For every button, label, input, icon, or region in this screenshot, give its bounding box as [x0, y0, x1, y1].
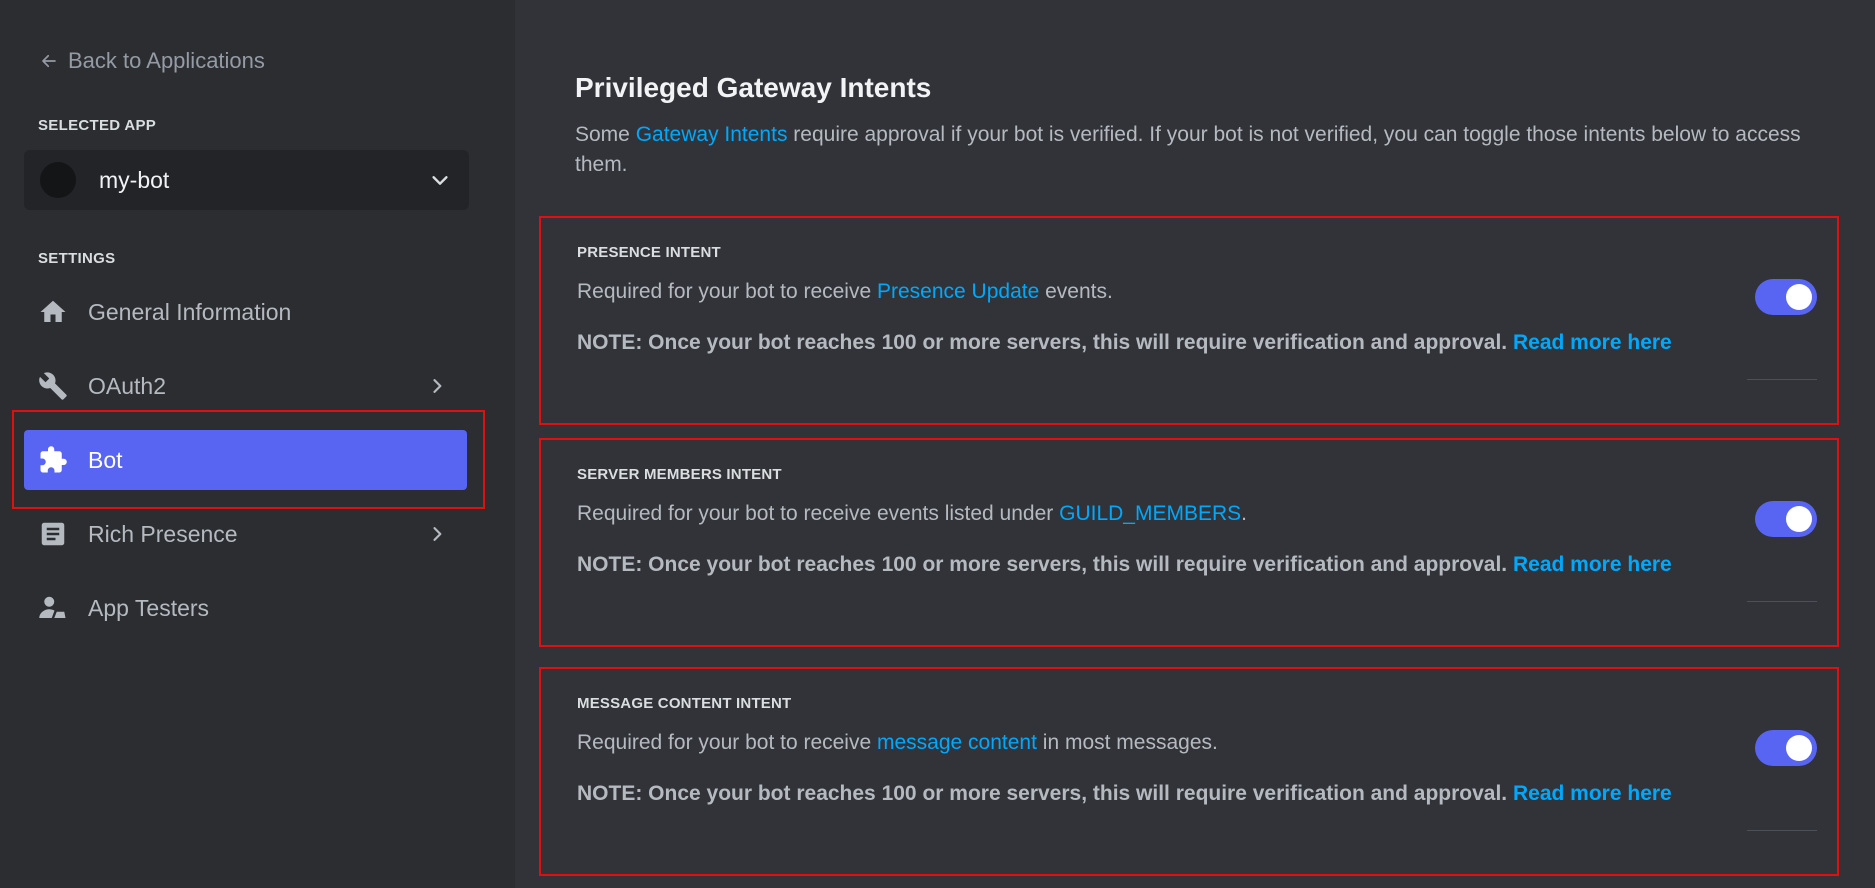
selected-app-heading: SELECTED APP — [38, 117, 157, 134]
intent-description: Required for your bot to receive message… — [577, 731, 1218, 754]
intent-description: Required for your bot to receive Presenc… — [577, 280, 1113, 303]
read-more-link[interactable]: Read more here — [1513, 782, 1672, 805]
arrow-left-icon — [42, 54, 56, 68]
sidebar-item-label: Bot — [88, 446, 123, 473]
intent-title: SERVER MEMBERS INTENT — [577, 466, 782, 483]
chevron-down-icon — [432, 176, 448, 185]
intent-note: NOTE: Once your bot reaches 100 or more … — [577, 331, 1672, 354]
divider — [1747, 830, 1817, 831]
server-members-intent-toggle[interactable] — [1755, 501, 1817, 537]
presence-intent-toggle[interactable] — [1755, 279, 1817, 315]
read-more-link[interactable]: Read more here — [1513, 553, 1672, 576]
settings-heading: SETTINGS — [38, 250, 116, 267]
sidebar-item-rich-presence[interactable]: Rich Presence — [24, 504, 467, 564]
sidebar-item-label: Rich Presence — [88, 520, 238, 547]
sidebar-item-oauth2[interactable]: OAuth2 — [24, 356, 467, 416]
server-members-intent-card: SERVER MEMBERS INTENT Required for your … — [539, 438, 1839, 647]
message-content-intent-card: MESSAGE CONTENT INTENT Required for your… — [539, 667, 1839, 876]
sidebar-item-label: General Information — [88, 298, 292, 325]
intent-title: PRESENCE INTENT — [577, 244, 721, 261]
page-title: Privileged Gateway Intents — [575, 72, 932, 103]
read-more-link[interactable]: Read more here — [1513, 331, 1672, 354]
sidebar-item-app-testers[interactable]: App Testers — [24, 578, 467, 638]
chevron-right-icon — [433, 527, 442, 541]
message-content-link[interactable]: message content — [877, 731, 1037, 754]
back-to-applications-link[interactable]: Back to Applications — [40, 48, 265, 74]
back-link-label: Back to Applications — [68, 48, 265, 73]
sidebar-item-label: OAuth2 — [88, 372, 166, 399]
home-icon — [38, 297, 68, 327]
intent-note: NOTE: Once your bot reaches 100 or more … — [577, 782, 1672, 805]
sidebar-item-bot[interactable]: Bot — [24, 430, 467, 490]
wrench-icon — [38, 371, 68, 401]
divider — [1747, 379, 1817, 380]
toggle-knob — [1786, 506, 1812, 532]
user-tester-icon — [38, 593, 68, 623]
sidebar-item-label: App Testers — [88, 594, 210, 621]
puzzle-piece-icon — [38, 445, 68, 475]
presence-update-link[interactable]: Presence Update — [877, 280, 1039, 303]
gateway-intents-link[interactable]: Gateway Intents — [636, 123, 788, 146]
chevron-right-icon — [433, 379, 442, 393]
intent-title: MESSAGE CONTENT INTENT — [577, 695, 792, 712]
divider — [1747, 601, 1817, 602]
main-content: Privileged Gateway Intents Some Gateway … — [515, 0, 1875, 888]
page-description: Some Gateway Intents require approval if… — [575, 123, 1801, 176]
toggle-knob — [1786, 735, 1812, 761]
guild-members-link[interactable]: GUILD_MEMBERS — [1059, 502, 1241, 525]
sidebar-item-general-information[interactable]: General Information — [24, 282, 467, 342]
intent-description: Required for your bot to receive events … — [577, 502, 1247, 525]
app-avatar — [40, 162, 76, 198]
toggle-knob — [1786, 284, 1812, 310]
sidebar: Back to Applications SELECTED APP my-bot… — [0, 0, 515, 888]
document-icon — [38, 519, 68, 549]
intent-note: NOTE: Once your bot reaches 100 or more … — [577, 553, 1672, 576]
message-content-intent-toggle[interactable] — [1755, 730, 1817, 766]
presence-intent-card: PRESENCE INTENT Required for your bot to… — [539, 216, 1839, 425]
app-name: my-bot — [99, 166, 170, 193]
developer-portal-app: Back to Applications SELECTED APP my-bot… — [0, 0, 1875, 888]
app-selector-dropdown[interactable]: my-bot — [24, 150, 469, 210]
